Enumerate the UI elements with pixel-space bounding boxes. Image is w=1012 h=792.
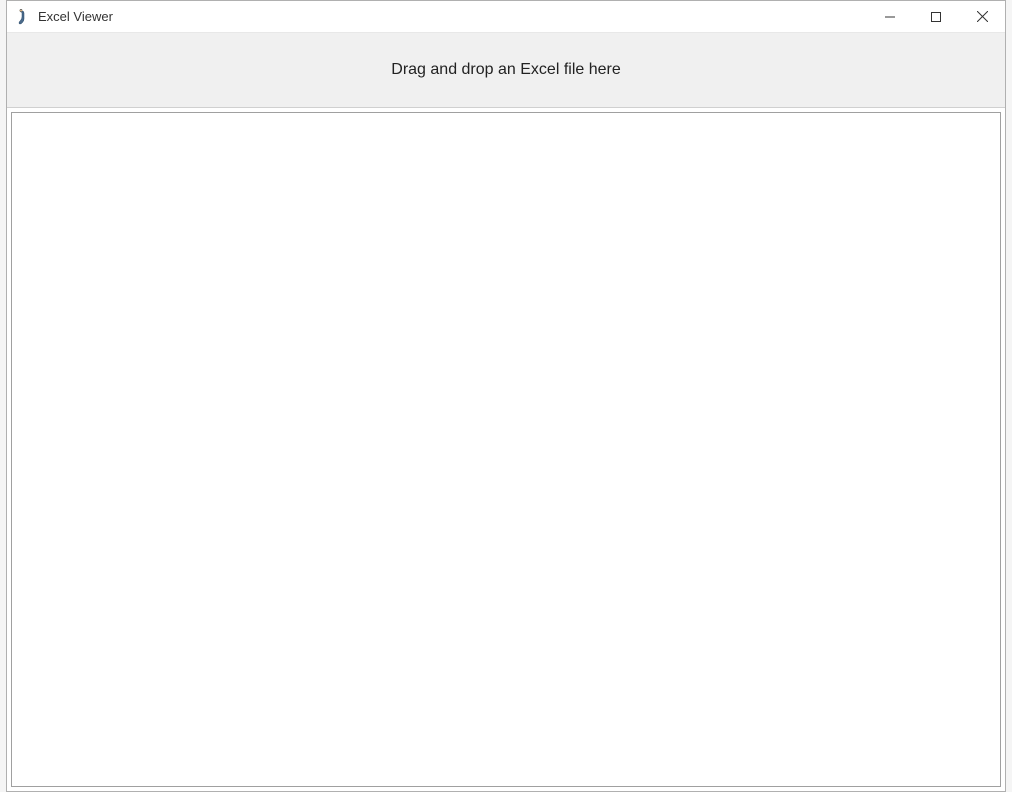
app-icon <box>15 9 31 25</box>
dropzone-message: Drag and drop an Excel file here <box>391 61 620 79</box>
minimize-button[interactable] <box>867 1 913 32</box>
window-title: Excel Viewer <box>38 9 113 24</box>
close-button[interactable] <box>959 1 1005 32</box>
maximize-button[interactable] <box>913 1 959 32</box>
application-window: Excel Viewer Drag and drop an Exce <box>6 0 1006 792</box>
file-dropzone[interactable]: Drag and drop an Excel file here <box>7 33 1005 108</box>
titlebar[interactable]: Excel Viewer <box>7 1 1005 33</box>
content-area <box>11 112 1001 787</box>
window-controls <box>867 1 1005 32</box>
